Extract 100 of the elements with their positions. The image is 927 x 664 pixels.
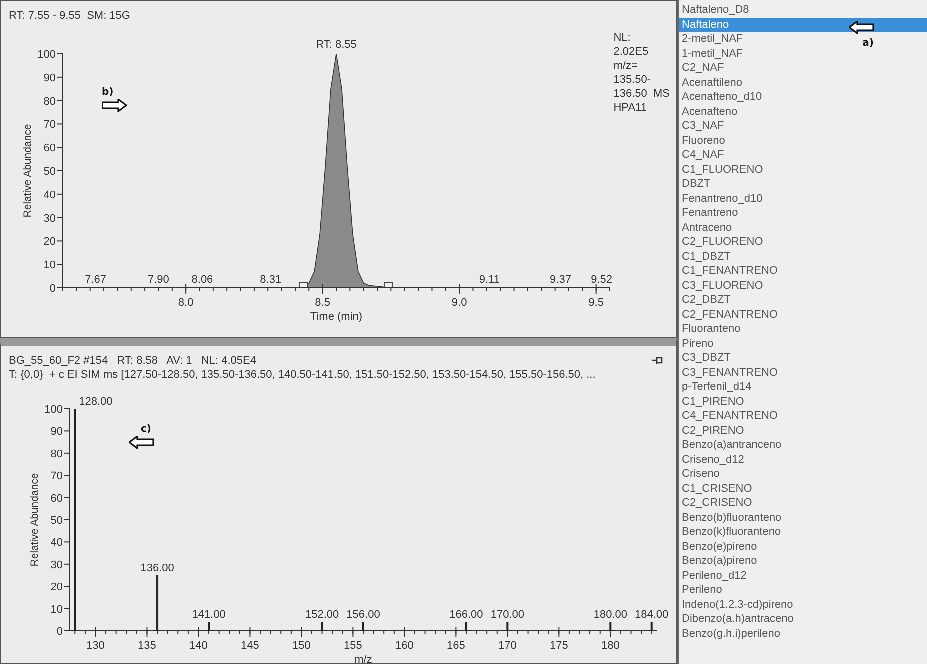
compound-item[interactable]: Pireno [679,336,717,351]
compound-item[interactable]: Indeno(1.2.3-cd)pireno [679,598,796,612]
compound-item[interactable]: C4_NAF [679,148,728,162]
peak-label: 141.00 [192,609,226,621]
compound-item[interactable]: C1_DBZT [679,250,734,264]
tick-label: 70 [50,470,63,483]
tick-label: 80 [50,448,63,460]
arrow-icon [102,99,127,112]
compound-item[interactable]: C2_NAF [679,61,728,76]
compound-item[interactable]: DBZT [679,177,714,192]
tick-label: 9.5 [588,297,604,309]
tick-label: 140 [190,640,208,652]
peak-label: 166.00 [450,609,484,621]
tick-label: 30 [44,212,56,225]
tick-label: 10 [50,604,63,616]
peak-label: 184.00 [635,609,669,621]
compound-item[interactable]: p-Terfenil_d14 [679,380,755,394]
compound-item[interactable]: Benzo(k)fluoranteno [679,525,784,540]
tick-label: 100 [38,49,56,61]
compound-item[interactable]: C4_FENANTRENO [679,409,781,424]
minor-peak [506,622,509,631]
scan-info: 135.50- [614,73,652,87]
compound-item[interactable]: Benzo(b)fluoranteno [679,510,785,525]
compound-item[interactable]: Fluoranteno [679,322,744,336]
peak-label: 7.67 [85,274,107,286]
compound-item[interactable]: Benzo(g.h.i)perileno [679,626,784,641]
tick-label: 20 [50,582,63,594]
peak-boundary-marker [384,282,393,288]
compound-item[interactable]: C3_FENANTRENO [679,366,781,380]
axis-title: Relative Abundance [22,124,34,218]
compound-item[interactable]: C3_DBZT [679,351,734,366]
tick-label: 40 [44,189,56,202]
axis-title: m/z [354,654,372,663]
compound-item[interactable]: Perileno [679,583,726,598]
tick-label: 8.5 [315,297,330,309]
tick-label: 135 [138,640,156,652]
compound-item[interactable]: Benzo(a)pireno [679,554,760,568]
compound-item[interactable]: Antraceno [679,220,736,235]
compound-item[interactable]: Dibenzo(a.h)antraceno [679,612,797,626]
tick-label: 70 [44,119,56,132]
compound-item[interactable]: Naftaleno_D8 [679,3,752,18]
tick-label: 10 [44,260,56,272]
compound-item[interactable]: C2_FENANTRENO [679,308,781,322]
compound-item[interactable]: Perileno_d12 [679,568,750,583]
compound-item[interactable]: C3_FLUORENO [679,278,766,293]
spectrum-header: T: {0,0} + c EI SIM ms [127.50-128.50, 135.50-136.50, 140.50-141.50, 151.50-152.50, 153.50-154.50, 155.50-156.50, ... [9,368,596,382]
scan-info: m/z= [614,59,639,73]
compound-item[interactable]: Naftaleno [679,18,927,32]
tick-label: 145 [241,640,260,652]
tick-label: 0 [50,283,56,295]
tick-label: 60 [44,142,56,155]
compound-item[interactable]: C2_PIRENO [679,424,748,438]
compound-item[interactable]: C1_PIRENO [679,394,748,409]
pin-icon[interactable] [652,356,664,365]
compound-item[interactable]: Acenaftileno [679,76,746,90]
tick-label: 8.0 [178,297,194,309]
compound-item[interactable]: 1-metil_NAF [679,46,746,61]
spectrum-header: BG_55_60_F2 #154 RT: 8.58 AV: 1 NL: 4.05E4 [9,354,258,368]
peak-label: 152.00 [305,609,340,621]
tick-label: 165 [447,640,466,652]
compound-item[interactable]: C2_CRISENO [679,496,756,510]
compound-item[interactable]: Criseno_d12 [679,452,748,467]
tick-label: 50 [50,515,63,527]
compound-item[interactable]: C2_FLUORENO [679,235,766,250]
compound-item[interactable]: Fenantreno [679,206,742,220]
peak-label: 156.00 [346,609,380,621]
minor-peak [208,622,210,631]
tick-label: 40 [50,537,63,550]
scan-info: HPA11 [614,101,648,115]
axis-title: Time (min) [310,311,363,323]
tick-label: 175 [550,640,568,652]
compound-item[interactable]: C2_DBZT [679,293,734,308]
compound-item[interactable]: Acenafteno_d10 [679,90,766,104]
compound-item[interactable]: Benzo(a)antranceno [679,438,785,452]
peak-label: 8.31 [260,274,282,286]
peak-label: 128.00 [79,396,113,408]
tick-label: 80 [44,96,56,108]
peak-label: 9.11 [479,274,500,286]
tick-label: 90 [44,72,56,84]
compound-item[interactable]: Fenantreno_d10 [679,192,766,206]
compound-item[interactable]: C1_FENANTRENO [679,264,781,278]
tick-label: 180 [601,640,620,652]
arrow-icon [849,21,874,34]
compound-item[interactable]: Acenafteno [679,104,741,119]
compound-item[interactable]: Criseno [679,467,723,482]
tick-label: 130 [86,640,105,652]
compound-item[interactable]: C1_CRISENO [679,482,756,496]
compound-item[interactable]: C1_FLUORENO [679,162,766,177]
tick-label: 90 [50,426,63,438]
peak-label: 9.37 [550,274,572,286]
peak-label: RT: 8.55 [316,39,357,51]
compound-item[interactable]: 2-metil_NAF [679,32,746,46]
minor-peak [650,622,653,631]
tick-label: 155 [344,640,362,652]
minor-peak [465,622,468,631]
annotation-label: a) [862,38,874,49]
compound-item[interactable]: Fluoreno [679,134,728,148]
compound-item[interactable]: Benzo(e)pireno [679,540,760,554]
tick-label: 60 [50,492,63,505]
compound-item[interactable]: C3_NAF [679,119,728,134]
